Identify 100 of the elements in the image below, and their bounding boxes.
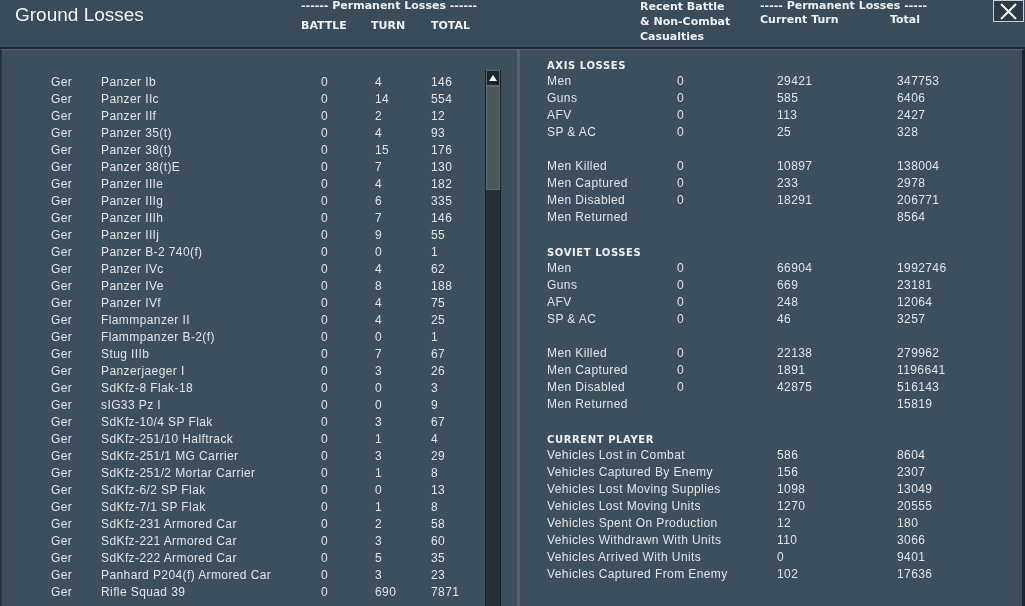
nation-cell: Ger (51, 245, 73, 259)
nation-cell: Ger (51, 483, 73, 497)
turn-losses-cell: 2 (375, 109, 383, 123)
unit-name-cell: Panzer IIIh (101, 211, 164, 225)
unit-name-cell: SdKfz-10/4 SP Flak (101, 415, 213, 429)
total-losses-cell: 1196641 (897, 363, 946, 377)
turn-losses-cell: 4 (375, 296, 383, 310)
scrollbar-track[interactable] (485, 70, 501, 606)
row-label: Men Returned (547, 210, 628, 224)
total-losses-cell: 3257 (897, 312, 926, 326)
nation-cell: Ger (51, 279, 73, 293)
row-label: Men (547, 261, 572, 275)
total-losses-cell: 55 (431, 228, 446, 242)
row-label: AFV (547, 295, 572, 309)
turn-losses-cell: 7 (375, 347, 383, 361)
recent-casualties-cell: 0 (677, 193, 685, 207)
turn-losses-cell: 1891 (777, 363, 806, 377)
nation-cell: Ger (51, 364, 73, 378)
total-losses-cell: 1992746 (897, 261, 947, 275)
total-losses-cell: 2978 (897, 176, 926, 190)
nation-cell: Ger (51, 551, 73, 565)
turn-losses-cell: 669 (777, 278, 799, 292)
turn-losses-cell: 156 (777, 465, 799, 479)
total-losses-cell: 23181 (897, 278, 933, 292)
unit-name-cell: Panzer IIf (101, 109, 157, 123)
unit-name-cell: Panzer IVf (101, 296, 162, 310)
scroll-up-button[interactable] (486, 70, 500, 86)
total-losses-cell: 93 (431, 126, 446, 140)
nation-cell: Ger (51, 160, 73, 174)
turn-losses-cell: 102 (777, 567, 799, 581)
battle-losses-cell: 0 (321, 517, 329, 531)
total-losses-cell: 138004 (897, 159, 940, 173)
turn-losses-cell: 18291 (777, 193, 813, 207)
row-label: Vehicles Lost Moving Units (547, 499, 701, 513)
battle-losses-cell: 0 (321, 109, 329, 123)
nation-cell: Ger (51, 296, 73, 310)
nation-cell: Ger (51, 568, 73, 582)
total-losses-cell: 8 (431, 500, 439, 514)
turn-losses-cell: 1 (375, 466, 383, 480)
column-header: BATTLE (301, 19, 347, 32)
total-losses-cell: 146 (431, 75, 453, 89)
total-losses-cell: 9401 (897, 550, 926, 564)
nation-cell: Ger (51, 585, 73, 599)
total-losses-cell: 347753 (897, 74, 940, 88)
battle-losses-cell: 0 (321, 92, 329, 106)
turn-losses-cell: 7 (375, 211, 383, 225)
unit-name-cell: Panhard P204(f) Armored Car (101, 568, 272, 582)
turn-losses-cell: 110 (777, 533, 798, 547)
turn-losses-cell: 3 (375, 364, 383, 378)
nation-cell: Ger (51, 500, 73, 514)
row-label: Guns (547, 91, 578, 105)
total-losses-cell: 35 (431, 551, 446, 565)
total-losses-cell: 554 (431, 92, 453, 106)
total-losses-cell: 25 (431, 313, 446, 327)
nation-cell: Ger (51, 177, 73, 191)
turn-losses-cell: 6 (375, 194, 383, 208)
total-losses-cell: 7871 (431, 585, 460, 599)
unit-name-cell: Panzer B-2 740(f) (101, 245, 203, 259)
nation-cell: Ger (51, 75, 73, 89)
total-losses-cell: 26 (431, 364, 446, 378)
unit-name-cell: Panzer IIIe (101, 177, 164, 191)
turn-losses-cell: 113 (777, 108, 798, 122)
scrollbar-thumb[interactable] (486, 86, 500, 190)
battle-losses-cell: 0 (321, 364, 329, 378)
unit-name-cell: Stug IIIb (101, 347, 150, 361)
total-losses-cell: 146 (431, 211, 453, 225)
battle-losses-cell: 0 (321, 398, 329, 412)
recent-casualties-cell: 0 (677, 159, 685, 173)
turn-losses-cell: 29421 (777, 74, 813, 88)
battle-losses-cell: 0 (321, 143, 329, 157)
row-label: Men Disabled (547, 193, 626, 207)
column-header: Recent Battle & Non-Combat Casualties (640, 0, 731, 44)
turn-losses-cell: 12 (777, 516, 792, 530)
row-label: Men Captured (547, 176, 628, 190)
unit-name-cell: SdKfz-6/2 SP Flak (101, 483, 206, 497)
turn-losses-cell: 690 (375, 585, 397, 599)
battle-losses-cell: 0 (321, 160, 329, 174)
total-losses-cell: 3 (431, 381, 439, 395)
column-group-header: ------ Permanent Losses ------ (301, 0, 478, 12)
battle-losses-cell: 0 (321, 449, 329, 463)
total-losses-cell: 206771 (897, 193, 940, 207)
row-label: Guns (547, 278, 578, 292)
unit-name-cell: SdKfz-251/1 MG Carrier (101, 449, 239, 463)
window-title: Ground Losses (15, 4, 144, 25)
turn-losses-cell: 585 (777, 91, 799, 105)
nation-cell: Ger (51, 517, 73, 531)
total-losses-cell: 13 (431, 483, 446, 497)
recent-casualties-cell: 0 (677, 125, 685, 139)
recent-casualties-cell: 0 (677, 346, 685, 360)
column-group-header: ----- Permanent Losses ----- (760, 0, 928, 12)
total-losses-cell: 15819 (897, 397, 933, 411)
close-icon (1000, 2, 1017, 20)
nation-cell: Ger (51, 109, 73, 123)
turn-losses-cell: 1 (375, 432, 383, 446)
recent-casualties-cell: 0 (677, 312, 685, 326)
battle-losses-cell: 0 (321, 313, 329, 327)
close-button[interactable] (993, 0, 1024, 22)
row-label: Men Disabled (547, 380, 626, 394)
turn-losses-cell: 4 (375, 313, 383, 327)
battle-losses-cell: 0 (321, 245, 329, 259)
